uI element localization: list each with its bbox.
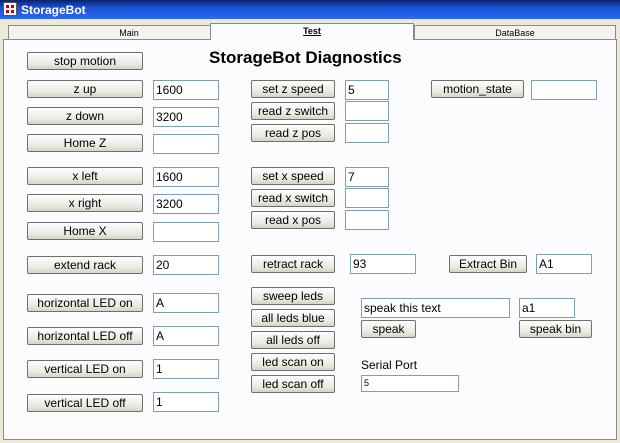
- z-down-button[interactable]: z down: [27, 107, 143, 125]
- vertical-led-on-button[interactable]: vertical LED on: [27, 360, 143, 378]
- horizontal-led-off-input[interactable]: A: [153, 326, 219, 346]
- home-z-input[interactable]: [153, 134, 219, 154]
- retract-rack-input[interactable]: 93: [350, 254, 416, 274]
- set-x-speed-button[interactable]: set x speed: [251, 167, 335, 185]
- vertical-led-on-input[interactable]: 1: [153, 359, 219, 379]
- x-speed-input[interactable]: 7: [345, 167, 389, 187]
- z-down-input[interactable]: 3200: [153, 107, 219, 127]
- stop-motion-button[interactable]: stop motion: [27, 52, 143, 70]
- read-x-switch-button[interactable]: read x switch: [251, 189, 335, 207]
- x-right-button[interactable]: x right: [27, 194, 143, 212]
- tab-test[interactable]: Test: [210, 23, 414, 40]
- serial-port-input[interactable]: 5: [361, 375, 459, 392]
- title-bar: StorageBot: [0, 0, 620, 19]
- all-leds-blue-button[interactable]: all leds blue: [251, 309, 335, 327]
- extract-bin-button[interactable]: Extract Bin: [449, 255, 527, 273]
- z-pos-output[interactable]: [345, 123, 389, 143]
- sweep-leds-button[interactable]: sweep leds: [251, 287, 335, 305]
- app-icon: [3, 2, 17, 16]
- window-title: StorageBot: [21, 3, 86, 17]
- led-scan-on-button[interactable]: led scan on: [251, 353, 335, 371]
- horizontal-led-off-button[interactable]: horizontal LED off: [27, 327, 143, 345]
- read-z-switch-button[interactable]: read z switch: [251, 102, 335, 120]
- speak-text-input[interactable]: speak this text: [361, 298, 510, 318]
- vertical-led-off-button[interactable]: vertical LED off: [27, 394, 143, 412]
- home-z-button[interactable]: Home Z: [27, 134, 143, 152]
- home-x-button[interactable]: Home X: [27, 222, 143, 240]
- extend-rack-input[interactable]: 20: [153, 255, 219, 275]
- retract-rack-button[interactable]: retract rack: [251, 255, 335, 273]
- x-left-input[interactable]: 1600: [153, 167, 219, 187]
- motion-state-button[interactable]: motion_state: [431, 80, 524, 98]
- speak-bin-button[interactable]: speak bin: [519, 320, 592, 338]
- speak-button[interactable]: speak: [361, 320, 416, 338]
- tab-database[interactable]: DataBase: [414, 25, 616, 39]
- all-leds-off-button[interactable]: all leds off: [251, 331, 335, 349]
- z-up-button[interactable]: z up: [27, 80, 143, 98]
- x-right-input[interactable]: 3200: [153, 194, 219, 214]
- horizontal-led-on-input[interactable]: A: [153, 293, 219, 313]
- home-x-input[interactable]: [153, 222, 219, 242]
- z-speed-input[interactable]: 5: [345, 80, 389, 100]
- speak-bin-input[interactable]: a1: [519, 298, 575, 318]
- led-scan-off-button[interactable]: led scan off: [251, 375, 335, 393]
- set-z-speed-button[interactable]: set z speed: [251, 80, 335, 98]
- page-title: StorageBot Diagnostics: [209, 48, 402, 67]
- serial-port-label: Serial Port: [361, 358, 418, 372]
- read-z-pos-button[interactable]: read z pos: [251, 124, 335, 142]
- x-pos-output[interactable]: [345, 210, 389, 230]
- vertical-led-off-input[interactable]: 1: [153, 392, 219, 412]
- z-switch-output[interactable]: [345, 101, 389, 121]
- x-switch-output[interactable]: [345, 188, 389, 208]
- z-up-input[interactable]: 1600: [153, 80, 219, 100]
- motion-state-output[interactable]: [531, 80, 597, 100]
- extend-rack-button[interactable]: extend rack: [27, 256, 143, 274]
- extract-bin-input[interactable]: A1: [536, 254, 592, 274]
- x-left-button[interactable]: x left: [27, 167, 143, 185]
- read-x-pos-button[interactable]: read x pos: [251, 211, 335, 229]
- horizontal-led-on-button[interactable]: horizontal LED on: [27, 294, 143, 312]
